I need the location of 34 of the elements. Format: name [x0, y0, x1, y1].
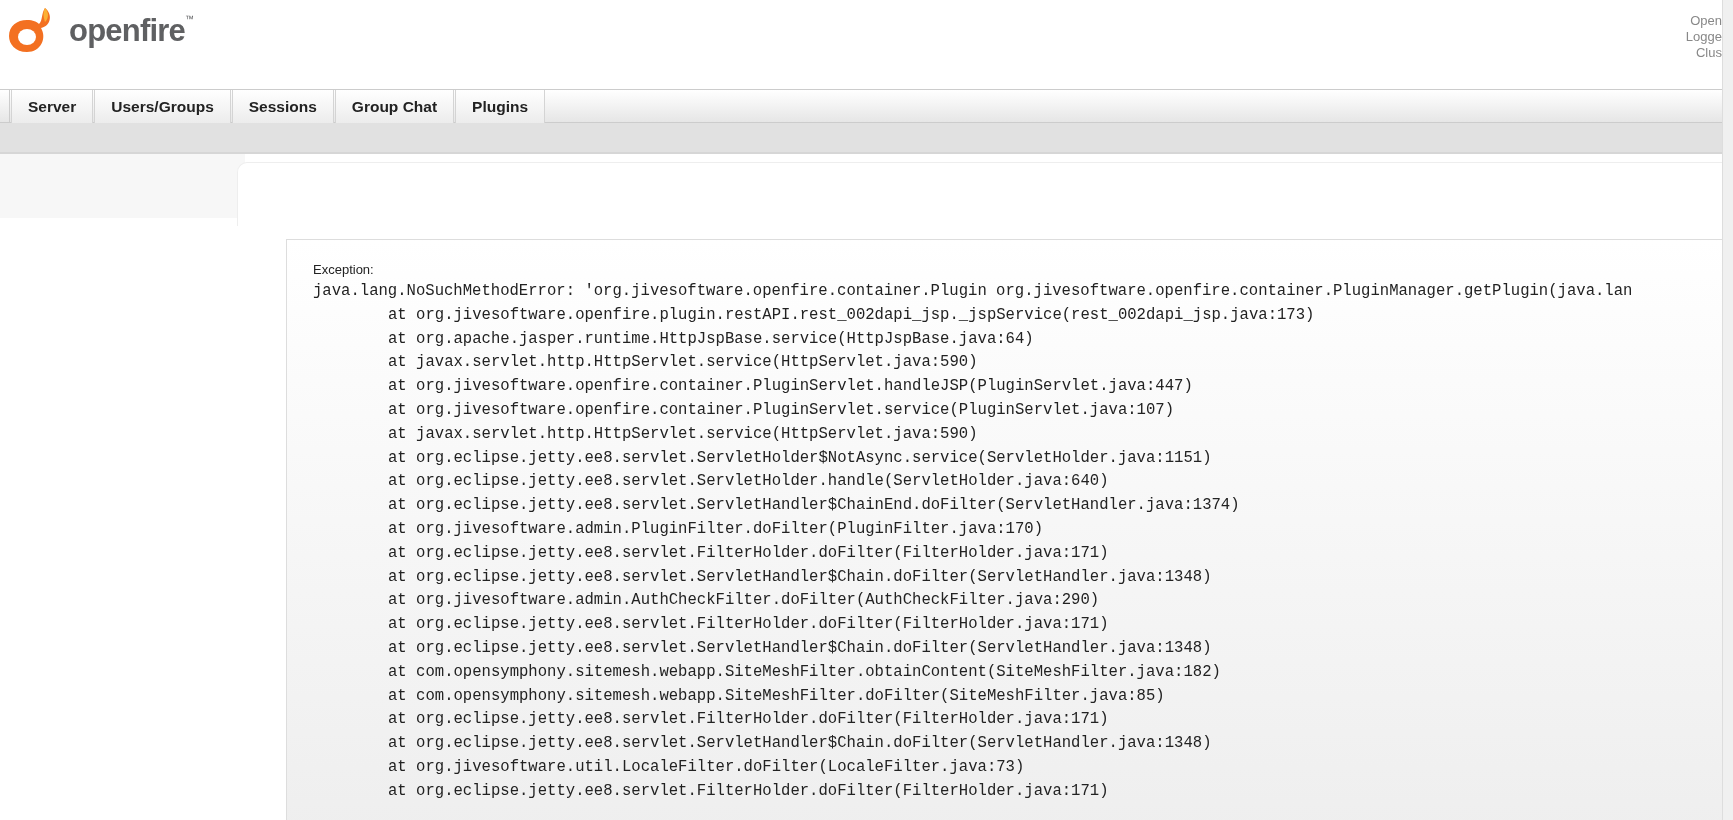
stack-trace-line: at org.eclipse.jetty.ee8.servlet.FilterHolder.doFilter(FilterHolder.java:171)	[388, 614, 1109, 636]
stack-trace-line: at javax.servlet.http.HttpServlet.service(HttpServlet.java:590)	[388, 423, 978, 445]
header-info-text: Logge	[1685, 29, 1722, 45]
exception-message: java.lang.NoSuchMethodError: 'org.jivesoftware.openfire.container.Plugin org.jivesoftware.openfire.container.PluginManager.getPlugin(java.lan	[313, 281, 1633, 302]
nav-tab[interactable]: Server	[11, 90, 94, 123]
stack-trace-line: at org.jivesoftware.admin.PluginFilter.doFilter(PluginFilter.java:170)	[388, 518, 1044, 540]
header-info-text: Clus	[1696, 45, 1722, 61]
stack-trace-line: at org.eclipse.jetty.ee8.servlet.FilterHolder.doFilter(FilterHolder.java:171)	[388, 780, 1109, 802]
stack-trace-line: at javax.servlet.http.HttpServlet.service(HttpServlet.java:590)	[388, 352, 978, 374]
nav-tab[interactable]: Sessions	[231, 90, 334, 123]
nav-tab[interactable]: Group Chat	[334, 90, 455, 123]
stack-trace-line: at org.jivesoftware.util.LocaleFilter.doFilter(LocaleFilter.java:73)	[388, 756, 1025, 778]
scrollbar[interactable]	[1722, 0, 1733, 820]
stack-trace-line: at org.jivesoftware.openfire.container.PluginServlet.service(PluginServlet.java:107)	[388, 400, 1175, 421]
stack-trace-line: at org.jivesoftware.openfire.plugin.restAPI.rest_002dapi_jsp._jspService(rest_002dapi_jsp.java:173)	[388, 304, 1315, 326]
trademark-sign: ™	[185, 14, 195, 24]
stack-trace-line: at com.opensymphony.sitemesh.webapp.SiteMeshFilter.obtainContent(SiteMeshFilter.java:182)	[388, 661, 1221, 683]
exception-label: Exception:	[313, 262, 375, 278]
header-info-text: Open	[1690, 13, 1722, 29]
stack-trace-line: at org.eclipse.jetty.ee8.servlet.ServletHandler$Chain.doFilter(ServletHandler.java:1348)	[388, 566, 1212, 588]
stack-trace-line: at org.eclipse.jetty.ee8.servlet.ServletHandler$Chain.doFilter(ServletHandler.java:1348)	[388, 637, 1212, 659]
stack-trace-line: at org.eclipse.jetty.ee8.servlet.ServletHolder$NotAsync.service(ServletHolder.java:1151)	[388, 447, 1212, 469]
stack-trace-line: at org.eclipse.jetty.ee8.servlet.ServletHandler$Chain.doFilter(ServletHandler.java:1348)	[388, 733, 1212, 755]
stack-trace-line: at org.eclipse.jetty.ee8.servlet.FilterHolder.doFilter(FilterHolder.java:171)	[388, 709, 1109, 731]
stack-trace-line: at org.eclipse.jetty.ee8.servlet.FilterHolder.doFilter(FilterHolder.java:171)	[388, 542, 1109, 564]
stack-trace-line: at org.jivesoftware.admin.AuthCheckFilter.doFilter(AuthCheckFilter.java:290)	[388, 590, 1100, 612]
stack-trace-line: at org.eclipse.jetty.ee8.servlet.ServletHandler$ChainEnd.doFilter(ServletHandler.java:1374)	[388, 495, 1240, 517]
stack-trace-line: at org.jivesoftware.openfire.container.PluginServlet.handleJSP(PluginServlet.java:447)	[388, 376, 1193, 398]
nav-tab[interactable]: Plugins	[455, 90, 546, 123]
stack-trace-line: at org.eclipse.jetty.ee8.servlet.ServletHolder.handle(ServletHolder.java:640)	[388, 471, 1109, 493]
stack-trace-line: at com.opensymphony.sitemesh.webapp.SiteMeshFilter.doFilter(SiteMeshFilter.java:85)	[388, 685, 1165, 707]
logo-wordmark: openfire	[69, 14, 186, 46]
nav-tab[interactable]: Users/Groups	[94, 90, 231, 123]
stack-trace-line: at org.apache.jasper.runtime.HttpJspBase.service(HttpJspBase.java:64)	[388, 328, 1034, 350]
